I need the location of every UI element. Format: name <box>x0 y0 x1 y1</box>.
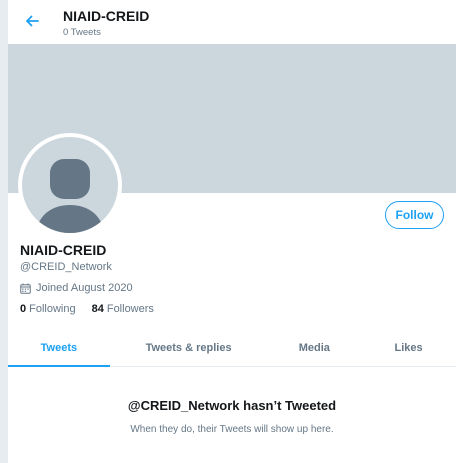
default-avatar-icon <box>36 159 104 233</box>
tab-tweets-replies[interactable]: Tweets & replies <box>110 330 268 366</box>
profile-name: NIAID-CREID <box>20 242 107 258</box>
empty-state-subtitle: When they do, their Tweets will show up … <box>130 424 334 435</box>
followers-label: Followers <box>106 303 154 315</box>
profile-tabs: Tweets Tweets & replies Media Likes <box>8 330 456 367</box>
avatar[interactable] <box>18 133 122 237</box>
joined-date: Joined August 2020 <box>20 282 133 294</box>
followers-count: 84 <box>91 303 104 315</box>
tab-tweets[interactable]: Tweets <box>8 330 110 367</box>
following-label: Following <box>29 303 76 315</box>
profile-header: NIAID-CREID 0 Tweets <box>8 0 456 44</box>
follow-stats: 0 Following 84 Followers <box>20 303 170 315</box>
follow-button[interactable]: Follow <box>385 201 444 229</box>
followers-link[interactable]: 84 Followers <box>92 303 154 315</box>
following-link[interactable]: 0 Following <box>20 303 76 315</box>
empty-state-title: @CREID_Network hasn’t Tweeted <box>127 398 337 413</box>
tab-likes[interactable]: Likes <box>361 330 456 366</box>
back-button[interactable] <box>22 11 42 31</box>
back-arrow-icon <box>26 15 39 27</box>
joined-label: Joined August 2020 <box>36 282 133 294</box>
header-title: NIAID-CREID <box>63 8 150 24</box>
header-tweet-count: 0 Tweets <box>63 27 101 38</box>
tab-media[interactable]: Media <box>267 330 361 366</box>
calendar-icon <box>20 283 31 294</box>
profile-panel: NIAID-CREID 0 Tweets Follow NIAID-CREID … <box>7 0 456 463</box>
profile-handle: @CREID_Network <box>20 261 112 273</box>
following-count: 0 <box>20 303 27 315</box>
